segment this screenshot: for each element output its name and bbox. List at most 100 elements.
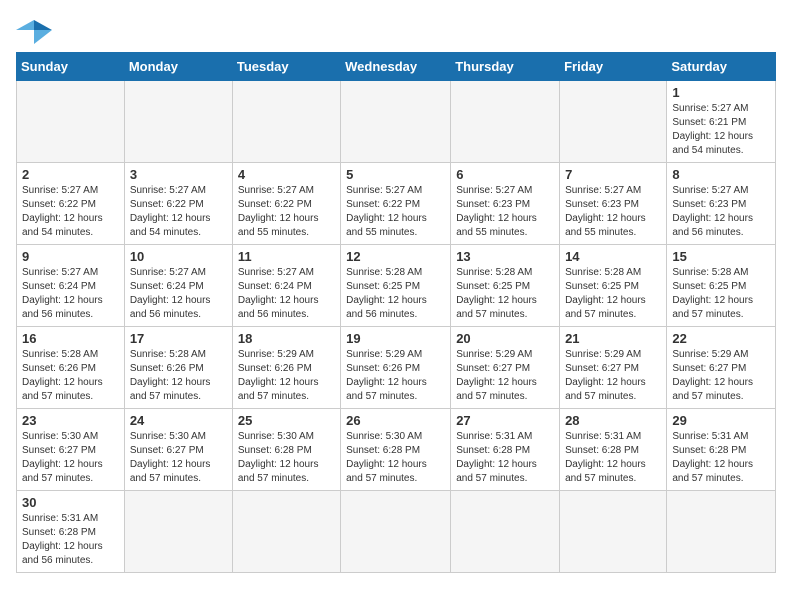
logo-icon [16, 16, 52, 44]
day-number: 7 [565, 167, 661, 182]
calendar-cell: 17Sunrise: 5:28 AMSunset: 6:26 PMDayligh… [124, 327, 232, 409]
calendar-cell [667, 491, 776, 573]
day-info: Sunrise: 5:28 AMSunset: 6:26 PMDaylight:… [22, 348, 119, 404]
day-number: 14 [565, 249, 661, 264]
day-info: Sunrise: 5:28 AMSunset: 6:25 PMDaylight:… [456, 266, 554, 322]
calendar-cell: 8 Sunrise: 5:27 AMSunset: 6:23 PMDaylight… [667, 163, 776, 245]
calendar-cell: 23 Sunrise: 5:30 AMSunset: 6:27 PMDayligh… [17, 409, 125, 491]
day-number: 16 [22, 331, 119, 346]
calendar-cell [560, 491, 667, 573]
calendar-cell: 9 Sunrise: 5:27 AMSunset: 6:24 PMDaylight… [17, 245, 125, 327]
day-number: 23 [22, 413, 119, 428]
calendar-cell [341, 491, 451, 573]
calendar-cell [451, 81, 560, 163]
day-number: 26 [346, 413, 445, 428]
calendar-cell: 7 Sunrise: 5:27 AMSunset: 6:23 PMDaylight… [560, 163, 667, 245]
calendar-table: SundayMondayTuesdayWednesdayThursdayFrid… [16, 52, 776, 573]
calendar-cell: 25Sunrise: 5:30 AMSunset: 6:28 PMDayligh… [232, 409, 340, 491]
header [16, 16, 776, 44]
day-info: Sunrise: 5:27 AMSunset: 6:22 PMDaylight:… [346, 184, 445, 240]
day-info: Sunrise: 5:27 AMSunset: 6:24 PMDaylight:… [130, 266, 227, 322]
calendar-day-header: Monday [124, 53, 232, 81]
calendar-week-row: 23 Sunrise: 5:30 AMSunset: 6:27 PMDayligh… [17, 409, 776, 491]
day-number: 30 [22, 495, 119, 510]
day-number: 1 [672, 85, 770, 100]
calendar-week-row: 16 Sunrise: 5:28 AMSunset: 6:26 PMDayligh… [17, 327, 776, 409]
day-number: 10 [130, 249, 227, 264]
day-info: Sunrise: 5:27 AMSunset: 6:22 PMDaylight:… [238, 184, 335, 240]
calendar-cell: 10 Sunrise: 5:27 AMSunset: 6:24 PMDayligh… [124, 245, 232, 327]
day-info: Sunrise: 5:31 AMSunset: 6:28 PMDaylight:… [456, 430, 554, 486]
day-info: Sunrise: 5:27 AMSunset: 6:22 PMDaylight:… [22, 184, 119, 240]
day-number: 20 [456, 331, 554, 346]
day-number: 27 [456, 413, 554, 428]
day-number: 28 [565, 413, 661, 428]
day-number: 4 [238, 167, 335, 182]
calendar-cell: 26 Sunrise: 5:30 AMSunset: 6:28 PMDayligh… [341, 409, 451, 491]
day-info: Sunrise: 5:27 AMSunset: 6:24 PMDaylight:… [238, 266, 335, 322]
calendar-day-header: Tuesday [232, 53, 340, 81]
day-number: 24 [130, 413, 227, 428]
calendar-day-header: Saturday [667, 53, 776, 81]
calendar-cell: 20 Sunrise: 5:29 AMSunset: 6:27 PMDayligh… [451, 327, 560, 409]
day-info: Sunrise: 5:28 AMSunset: 6:25 PMDaylight:… [565, 266, 661, 322]
day-info: Sunrise: 5:29 AMSunset: 6:27 PMDaylight:… [565, 348, 661, 404]
day-info: Sunrise: 5:28 AMSunset: 6:26 PMDaylight:… [130, 348, 227, 404]
day-number: 8 [672, 167, 770, 182]
calendar-cell: 19 Sunrise: 5:29 AMSunset: 6:26 PMDayligh… [341, 327, 451, 409]
day-number: 18 [238, 331, 335, 346]
day-number: 21 [565, 331, 661, 346]
calendar-day-header: Sunday [17, 53, 125, 81]
calendar-cell: 28 Sunrise: 5:31 AMSunset: 6:28 PMDayligh… [560, 409, 667, 491]
calendar-cell: 12Sunrise: 5:28 AMSunset: 6:25 PMDayligh… [341, 245, 451, 327]
calendar-cell: 30Sunrise: 5:31 AMSunset: 6:28 PMDayligh… [17, 491, 125, 573]
calendar-cell: 13 Sunrise: 5:28 AMSunset: 6:25 PMDayligh… [451, 245, 560, 327]
calendar-cell: 27 Sunrise: 5:31 AMSunset: 6:28 PMDayligh… [451, 409, 560, 491]
calendar-cell [17, 81, 125, 163]
calendar-cell: 3 Sunrise: 5:27 AMSunset: 6:22 PMDaylight… [124, 163, 232, 245]
calendar-week-row: 1Sunrise: 5:27 AMSunset: 6:21 PMDaylight… [17, 81, 776, 163]
day-number: 19 [346, 331, 445, 346]
calendar-week-row: 30Sunrise: 5:31 AMSunset: 6:28 PMDayligh… [17, 491, 776, 573]
day-number: 15 [672, 249, 770, 264]
calendar-cell: 18Sunrise: 5:29 AMSunset: 6:26 PMDayligh… [232, 327, 340, 409]
day-info: Sunrise: 5:28 AMSunset: 6:25 PMDaylight:… [672, 266, 770, 322]
day-number: 3 [130, 167, 227, 182]
day-info: Sunrise: 5:30 AMSunset: 6:27 PMDaylight:… [130, 430, 227, 486]
calendar-cell: 24 Sunrise: 5:30 AMSunset: 6:27 PMDayligh… [124, 409, 232, 491]
day-info: Sunrise: 5:27 AMSunset: 6:23 PMDaylight:… [672, 184, 770, 240]
day-number: 11 [238, 249, 335, 264]
calendar-day-header: Friday [560, 53, 667, 81]
day-info: Sunrise: 5:30 AMSunset: 6:27 PMDaylight:… [22, 430, 119, 486]
day-info: Sunrise: 5:30 AMSunset: 6:28 PMDaylight:… [346, 430, 445, 486]
calendar-cell: 21 Sunrise: 5:29 AMSunset: 6:27 PMDayligh… [560, 327, 667, 409]
day-info: Sunrise: 5:31 AMSunset: 6:28 PMDaylight:… [672, 430, 770, 486]
day-number: 2 [22, 167, 119, 182]
calendar-cell: 22Sunrise: 5:29 AMSunset: 6:27 PMDayligh… [667, 327, 776, 409]
day-number: 5 [346, 167, 445, 182]
calendar-cell [560, 81, 667, 163]
calendar-cell [124, 81, 232, 163]
day-number: 9 [22, 249, 119, 264]
calendar-cell [451, 491, 560, 573]
calendar-week-row: 9 Sunrise: 5:27 AMSunset: 6:24 PMDaylight… [17, 245, 776, 327]
day-info: Sunrise: 5:31 AMSunset: 6:28 PMDaylight:… [565, 430, 661, 486]
day-info: Sunrise: 5:28 AMSunset: 6:25 PMDaylight:… [346, 266, 445, 322]
day-info: Sunrise: 5:30 AMSunset: 6:28 PMDaylight:… [238, 430, 335, 486]
calendar-cell: 15 Sunrise: 5:28 AMSunset: 6:25 PMDayligh… [667, 245, 776, 327]
day-info: Sunrise: 5:27 AMSunset: 6:24 PMDaylight:… [22, 266, 119, 322]
calendar-cell [232, 491, 340, 573]
calendar-cell: 2 Sunrise: 5:27 AMSunset: 6:22 PMDaylight… [17, 163, 125, 245]
calendar-cell: 1Sunrise: 5:27 AMSunset: 6:21 PMDaylight… [667, 81, 776, 163]
day-info: Sunrise: 5:27 AMSunset: 6:23 PMDaylight:… [565, 184, 661, 240]
day-info: Sunrise: 5:29 AMSunset: 6:26 PMDaylight:… [346, 348, 445, 404]
calendar-week-row: 2 Sunrise: 5:27 AMSunset: 6:22 PMDaylight… [17, 163, 776, 245]
day-number: 6 [456, 167, 554, 182]
day-info: Sunrise: 5:29 AMSunset: 6:27 PMDaylight:… [456, 348, 554, 404]
day-number: 22 [672, 331, 770, 346]
day-info: Sunrise: 5:27 AMSunset: 6:22 PMDaylight:… [130, 184, 227, 240]
day-number: 13 [456, 249, 554, 264]
calendar-cell [232, 81, 340, 163]
calendar-cell: 14 Sunrise: 5:28 AMSunset: 6:25 PMDayligh… [560, 245, 667, 327]
calendar-cell: 5 Sunrise: 5:27 AMSunset: 6:22 PMDaylight… [341, 163, 451, 245]
